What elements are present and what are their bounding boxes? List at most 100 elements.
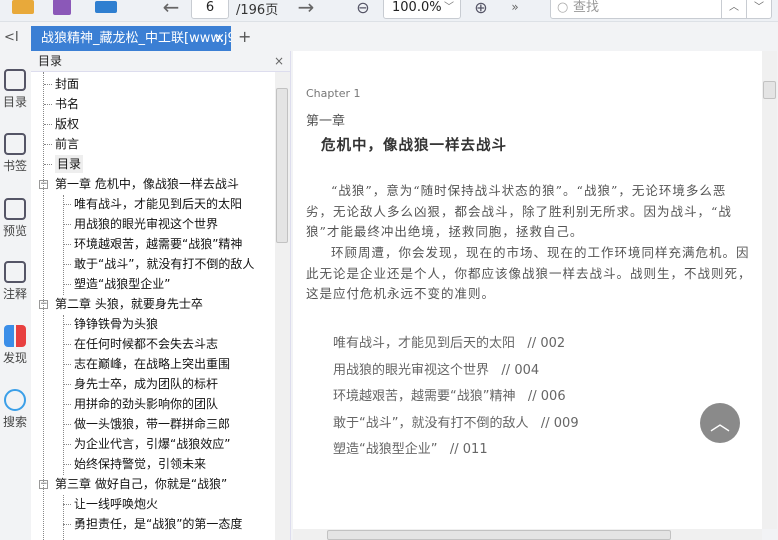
rail-discover[interactable]: 发现 — [0, 325, 30, 366]
save-icon[interactable] — [50, 0, 74, 18]
toc-item[interactable]: 勇担责任，是“战狼”的第一态度 — [74, 515, 242, 533]
more-button[interactable]: » — [506, 0, 524, 18]
close-tab-icon[interactable]: × — [214, 26, 225, 51]
toc-item[interactable]: 封面 — [55, 75, 79, 93]
tree-connector — [63, 524, 71, 525]
toc-item[interactable]: 塑造“战狼型企业” — [74, 275, 170, 293]
tree-connector — [63, 404, 71, 405]
toc-item[interactable]: 用拼命的劲头影响你的团队 — [74, 395, 218, 413]
contents-entry[interactable]: 塑造“战狼型企业” // 011 — [333, 438, 488, 457]
contents-entry[interactable]: 敢于“战斗”，就没有打不倒的敌人 // 009 — [333, 412, 579, 431]
paragraph: “战狼”，意为“随时保持战斗状态的狼”。“战狼”，无论环境多么恶劣，无论敌人多么… — [306, 183, 732, 239]
toc-item[interactable]: 环境越艰苦，越需要“战狼”精神 — [74, 235, 242, 253]
toc-item[interactable]: 第二章 头狼，就要身先士卒 — [55, 295, 203, 313]
contents-entry[interactable]: 环境越艰苦，越需要“战狼”精神 // 006 — [333, 385, 566, 404]
search-box[interactable]: ○ 查找 ︿ ﹀ — [550, 0, 772, 19]
back-to-top-button[interactable]: ︿ — [700, 403, 740, 443]
close-panel-icon[interactable]: × — [274, 51, 284, 72]
toc-item[interactable]: 始终保持警觉，引领未来 — [74, 455, 206, 473]
tree-connector — [63, 224, 71, 225]
chapter-cn: 第一章 — [306, 114, 346, 129]
preview-icon — [4, 198, 26, 220]
toc-item[interactable]: 第三章 做好自己，你就是“战狼” — [55, 475, 227, 493]
toc-item[interactable]: 在任何时候都不会失去斗志 — [74, 335, 218, 353]
tree-connector — [63, 244, 71, 245]
scroll-thumb[interactable] — [327, 530, 671, 540]
tree-connector — [63, 384, 71, 385]
list-icon — [4, 69, 26, 91]
tab-label: 战狼精神_藏龙松_中工联[www.j9 — [41, 31, 231, 46]
zoom-out-icon[interactable]: ⊖ — [352, 0, 374, 18]
chapter-title: 危机中，像战狼一样去战斗 — [321, 137, 507, 154]
rail-preview[interactable]: 预览 — [0, 198, 30, 239]
tree-connector — [44, 164, 52, 165]
tree-connector — [63, 364, 71, 365]
rail-label: 发现 — [2, 351, 27, 365]
toc-item[interactable]: 为企业代言，引爆“战狼效应” — [74, 435, 230, 453]
tree-connector — [44, 84, 52, 85]
tree-connector — [44, 104, 52, 105]
rail-search[interactable]: 搜索 — [0, 389, 30, 430]
tree-connector — [63, 324, 71, 325]
toc-scrollbar[interactable] — [275, 72, 290, 540]
contents-entry-page: // 011 — [449, 442, 488, 457]
tree-connector — [63, 195, 64, 295]
toc-header: 目录 × — [31, 51, 290, 72]
rail-bookmarks[interactable]: 书签 — [0, 133, 30, 174]
toc-item[interactable]: 版权 — [55, 115, 79, 133]
toc-item[interactable]: 让一线呼唤炮火 — [74, 495, 158, 513]
toc-item[interactable]: 身先士卒，成为团队的标杆 — [74, 375, 218, 393]
scroll-thumb[interactable] — [276, 88, 288, 243]
toc-item[interactable]: 第一章 危机中，像战狼一样去战斗 — [55, 175, 239, 193]
contents-entry[interactable]: 唯有战斗，才能见到后天的太阳 // 002 — [333, 332, 565, 351]
tree-connector — [63, 444, 71, 445]
contents-entry-label: 塑造“战狼型企业” — [333, 442, 438, 457]
page-vscroll[interactable] — [762, 51, 777, 529]
page-hscroll[interactable] — [293, 529, 762, 540]
toc-item[interactable]: 做一头饿狼，带一群拼命三郎 — [74, 415, 230, 433]
collapse-sidebar-button[interactable]: <I — [4, 30, 19, 45]
rail-label: 注释 — [2, 287, 27, 301]
tree-connector — [63, 204, 71, 205]
tree-connector — [63, 264, 71, 265]
page-number-input[interactable]: 6 — [191, 0, 229, 19]
toc-item[interactable]: 志在巅峰，在战略上突出重围 — [74, 355, 230, 373]
new-tab-button[interactable]: + — [238, 27, 251, 46]
toc-item[interactable]: 唯有战斗，才能见到后天的太阳 — [74, 195, 242, 213]
paragraph: 环顾周遭，你会发现，现在的市场、现在的工作环境同样充满危机。因此无论是企业还是个… — [306, 245, 752, 301]
zoom-select[interactable]: 100.0% ﹀ — [383, 0, 461, 19]
toc-item[interactable]: 铮铮铁骨为头狼 — [74, 315, 158, 333]
rail-toc[interactable]: 目录 — [0, 69, 30, 110]
open-folder-icon[interactable] — [10, 0, 36, 18]
toc-item[interactable]: 目录 — [55, 155, 84, 173]
tree-connector — [63, 504, 71, 505]
contents-entry-label: 唯有战斗，才能见到后天的太阳 — [333, 336, 516, 351]
document-page: Chapter 1 第一章 危机中，像战狼一样去战斗 “战狼”，意为“随时保持战… — [293, 51, 762, 529]
search-icon — [4, 389, 26, 411]
prev-page-icon[interactable]: ← — [158, 0, 184, 19]
search-prev-button[interactable]: ︿ — [721, 0, 746, 18]
search-icon: ○ — [557, 0, 569, 15]
zoom-in-icon[interactable]: ⊕ — [470, 0, 492, 18]
scroll-thumb[interactable] — [763, 81, 776, 99]
tab-document[interactable]: 战狼精神_藏龙松_中工联[www.j9 × — [31, 26, 231, 51]
contents-entry-label: 敢于“战斗”，就没有打不倒的敌人 — [333, 415, 529, 431]
search-input[interactable]: 查找 — [573, 0, 599, 20]
zoom-value: 100.0% — [392, 0, 442, 15]
rail-label: 搜索 — [2, 415, 27, 429]
rail-notes[interactable]: 注释 — [0, 261, 30, 302]
toc-item[interactable]: 敢于“战斗”，就没有打不倒的敌人 — [74, 255, 254, 273]
next-page-icon[interactable]: → — [293, 0, 319, 19]
tree-connector — [44, 144, 52, 145]
chevron-down-icon: ﹀ — [444, 2, 454, 13]
print-icon[interactable] — [93, 0, 119, 18]
toc-item[interactable]: 用战狼的眼光审视这个世界 — [74, 215, 218, 233]
bookmark-icon — [4, 133, 26, 155]
rail-label: 目录 — [2, 95, 27, 109]
toc-item[interactable]: 书名 — [55, 95, 79, 113]
contents-entry-label: 环境越艰苦，越需要“战狼”精神 — [333, 389, 516, 404]
contents-entry-page: // 004 — [501, 362, 540, 378]
toc-item[interactable]: 前言 — [55, 135, 79, 153]
search-next-button[interactable]: ﹀ — [746, 0, 771, 18]
contents-entry[interactable]: 用战狼的眼光审视这个世界 // 004 — [333, 359, 539, 378]
